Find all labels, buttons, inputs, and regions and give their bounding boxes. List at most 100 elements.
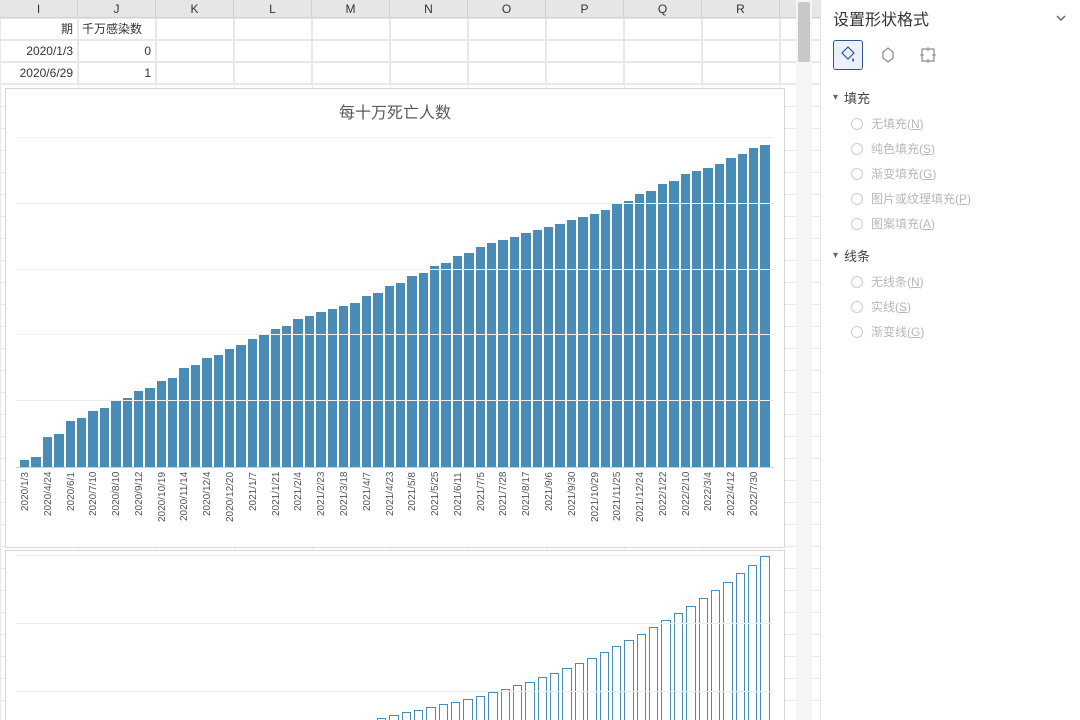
bar[interactable] [538,677,547,720]
bar[interactable] [476,247,485,467]
bar[interactable] [202,358,211,467]
column-header[interactable]: I [0,0,78,17]
radio-option[interactable]: 无线条(N) [851,273,1068,290]
cell-value[interactable]: 1 [78,62,156,83]
column-header[interactable]: P [546,0,624,17]
bar[interactable] [711,590,720,720]
radio-option[interactable]: 图案填充(A) [851,215,1068,232]
bar[interactable] [646,191,655,467]
bar[interactable] [550,673,559,720]
bar[interactable] [259,335,268,467]
bar[interactable] [681,174,690,467]
bar[interactable] [703,168,712,467]
bar[interactable] [669,181,678,467]
bar[interactable] [464,253,473,467]
fill-line-tab[interactable] [833,40,863,70]
bar[interactable] [525,682,534,720]
bar[interactable] [100,408,109,467]
column-header[interactable]: Q [624,0,702,17]
bar[interactable] [134,391,143,467]
bar[interactable] [54,434,63,467]
bar[interactable] [748,565,757,720]
bar[interactable] [649,627,658,720]
bar[interactable] [533,230,542,467]
bar[interactable] [305,316,314,467]
bar[interactable] [402,712,411,720]
chevron-down-icon[interactable] [1054,11,1068,25]
bar[interactable] [328,309,337,467]
radio-option[interactable]: 渐变线(G) [851,323,1068,340]
column-header[interactable]: N [390,0,468,17]
chart-2[interactable] [5,550,785,720]
bar[interactable] [760,556,769,720]
scrollbar-thumb[interactable] [798,2,810,62]
bar[interactable] [430,266,439,467]
bar[interactable] [414,710,423,720]
bar[interactable] [426,707,435,720]
bar[interactable] [555,224,564,467]
bar[interactable] [723,582,732,720]
bar[interactable] [562,668,571,720]
bar[interactable] [567,220,576,467]
bar[interactable] [191,365,200,467]
bar[interactable] [439,704,448,720]
column-header[interactable]: L [234,0,312,17]
bar[interactable] [271,329,280,467]
bar[interactable] [179,368,188,467]
bar[interactable] [624,640,633,720]
bar[interactable] [88,411,97,467]
bar[interactable] [760,145,769,467]
bar[interactable] [111,401,120,467]
bar[interactable] [510,237,519,467]
bar[interactable] [749,148,758,467]
bar[interactable] [293,319,302,467]
column-header[interactable]: K [156,0,234,17]
bar[interactable] [389,715,398,720]
bar[interactable] [738,154,747,467]
line-section-header[interactable]: ▾ 线条 [833,246,1068,265]
bar[interactable] [463,699,472,720]
bar[interactable] [587,658,596,720]
bar[interactable] [339,306,348,467]
bar[interactable] [612,204,621,467]
bar[interactable] [501,689,510,720]
column-header[interactable]: R [702,0,780,17]
cell-date[interactable]: 2020/6/29 [0,62,78,83]
bar[interactable] [658,184,667,467]
bar[interactable] [674,613,683,720]
bar[interactable] [396,283,405,467]
size-properties-tab[interactable] [913,40,943,70]
bar[interactable] [451,702,460,720]
fill-section-header[interactable]: ▾ 填充 [833,88,1068,107]
bar[interactable] [20,460,29,467]
bar[interactable] [661,620,670,720]
radio-option[interactable]: 渐变填充(G) [851,165,1068,182]
radio-option[interactable]: 图片或纹理填充(P) [851,190,1068,207]
bar[interactable] [590,214,599,467]
bar[interactable] [726,158,735,467]
bar[interactable] [600,652,609,720]
bar[interactable] [544,227,553,467]
bar[interactable] [407,276,416,467]
bar[interactable] [699,598,708,720]
bar[interactable] [31,457,40,467]
chart-1[interactable]: 每十万死亡人数 2020/1/32020/4/242020/6/12020/7/… [5,88,785,548]
radio-option[interactable]: 实线(S) [851,298,1068,315]
column-header[interactable]: O [468,0,546,17]
bar[interactable] [612,646,621,720]
radio-option[interactable]: 纯色填充(S) [851,140,1068,157]
bar[interactable] [236,345,245,467]
effects-tab[interactable] [873,40,903,70]
bar[interactable] [488,692,497,720]
bar[interactable] [498,240,507,467]
bar[interactable] [476,696,485,720]
bar[interactable] [441,263,450,467]
bar[interactable] [248,339,257,467]
bar[interactable] [350,303,359,468]
cell-value[interactable]: 0 [78,40,156,61]
bar[interactable] [66,421,75,467]
cell-date[interactable]: 2020/1/3 [0,40,78,61]
bar[interactable] [578,217,587,467]
bar[interactable] [168,378,177,467]
cell-label-date[interactable]: 期 [0,18,78,39]
